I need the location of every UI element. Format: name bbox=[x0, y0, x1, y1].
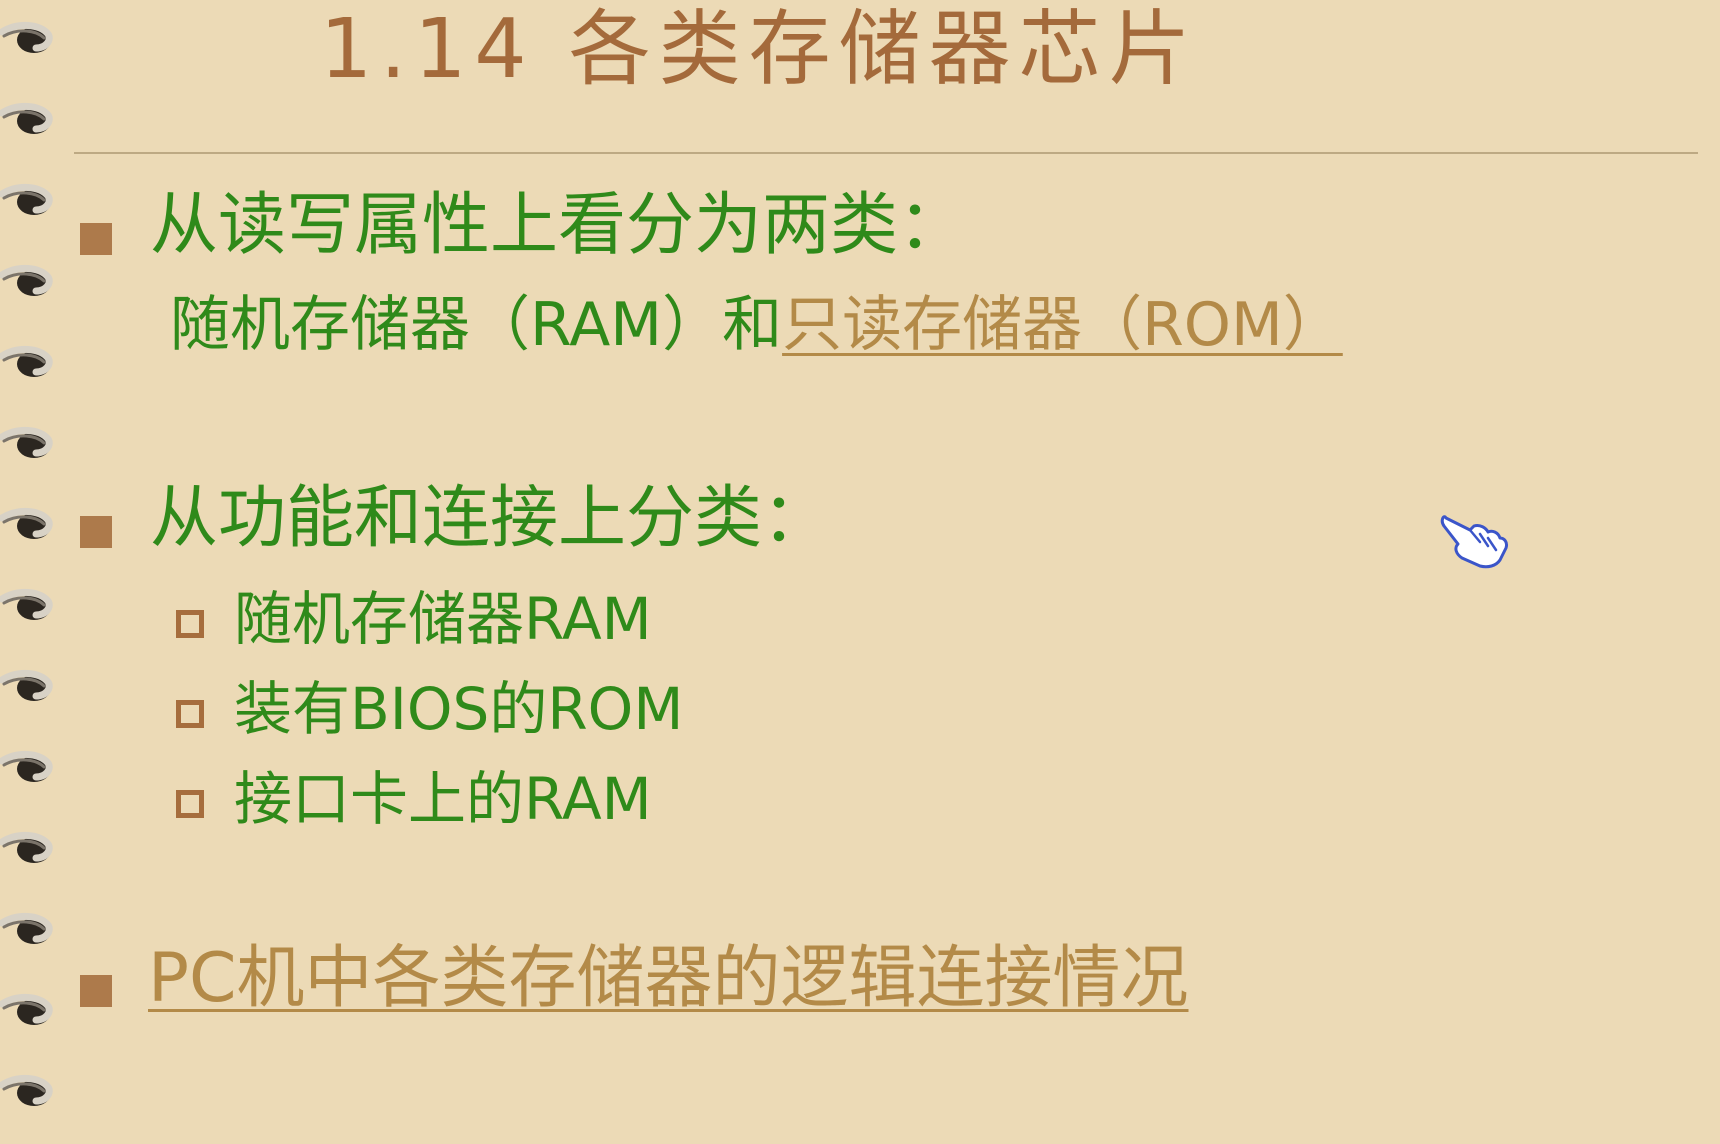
bullet-square-icon bbox=[80, 975, 112, 1007]
sub-bullet-square-icon bbox=[176, 700, 204, 728]
title-divider bbox=[74, 152, 1698, 154]
sub-bullet-square-icon bbox=[176, 790, 204, 818]
hand-pointer-icon bbox=[1440, 515, 1508, 569]
list-item: 随机存储器RAM bbox=[234, 585, 652, 653]
sub-bullet-square-icon bbox=[176, 610, 204, 638]
slide: 1.14 各类存储器芯片 从读写属性上看分为两类： 随机存储器（RAM）和只读存… bbox=[0, 0, 1720, 1140]
bullet-square-icon bbox=[80, 516, 112, 548]
section2-heading: 从功能和连接上分类： bbox=[150, 479, 831, 558]
spiral-binding bbox=[0, 0, 70, 1140]
list-item: 接口卡上的RAM bbox=[234, 765, 652, 833]
section1-line2: 随机存储器（RAM）和只读存储器（ROM） bbox=[170, 295, 1343, 355]
list-item: 装有BIOS的ROM bbox=[234, 675, 684, 743]
ram-text: 随机存储器（RAM）和 bbox=[170, 290, 783, 360]
section1-heading: 从读写属性上看分为两类： bbox=[150, 186, 967, 265]
spiral-rings-icon bbox=[0, 22, 53, 1106]
slide-title: 1.14 各类存储器芯片 bbox=[320, 2, 1199, 97]
memory-connection-link[interactable]: PC机中各类存储器的逻辑连接情况 bbox=[148, 945, 1189, 1013]
rom-link[interactable]: 只读存储器（ROM） bbox=[782, 290, 1343, 360]
bullet-square-icon bbox=[80, 223, 112, 255]
